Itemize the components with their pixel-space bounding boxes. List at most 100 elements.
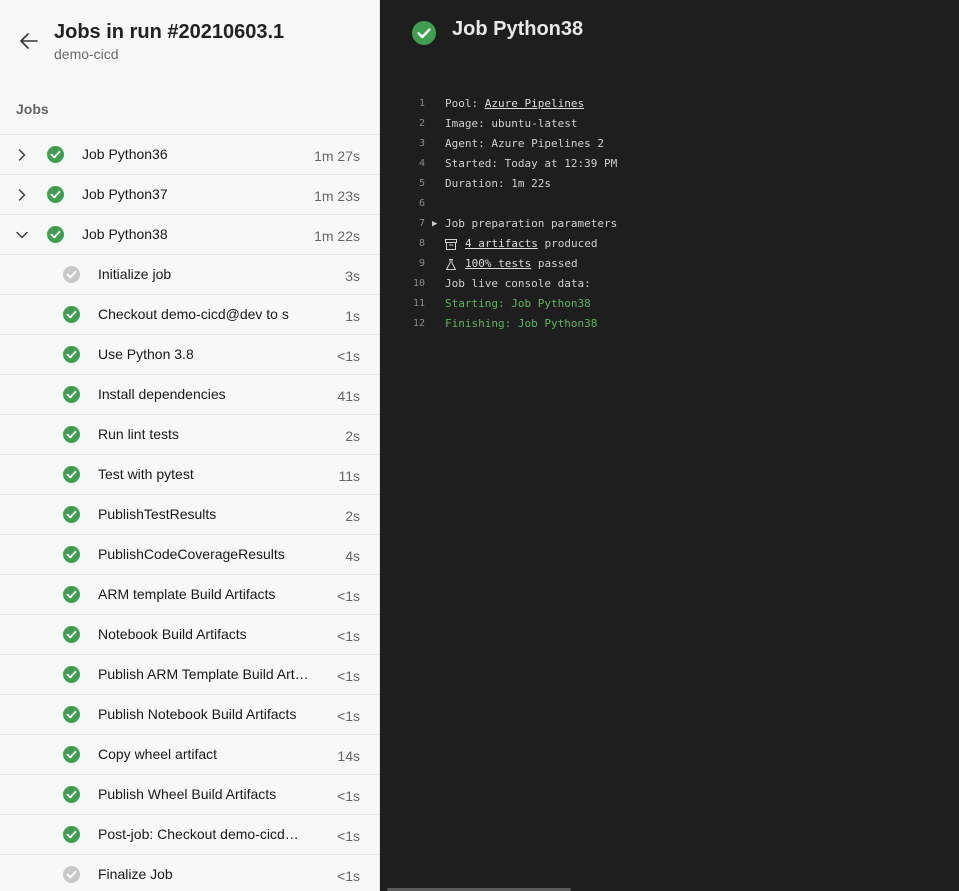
step-row[interactable]: Initialize job 3s <box>0 255 379 295</box>
step-row[interactable]: Post-job: Checkout demo-cicd@dev <1s <box>0 815 379 855</box>
check-circle-icon <box>63 386 80 403</box>
job-row[interactable]: Job Python38 1m 22s <box>0 215 379 255</box>
job-name: Job Python37 <box>82 186 168 202</box>
console-text: Image: ubuntu-latest <box>445 117 578 130</box>
duration: <1s <box>337 868 360 884</box>
duration: <1s <box>337 668 360 684</box>
step-row[interactable]: Publish Wheel Build Artifacts <1s <box>0 775 379 815</box>
pipeline-name: demo-cicd <box>54 46 119 62</box>
check-circle-gray-icon <box>63 866 80 883</box>
job-name: Job Python36 <box>82 146 168 162</box>
check-circle-icon <box>63 466 80 483</box>
step-name: Test with pytest <box>98 466 194 482</box>
step-name: Publish ARM Template Build Artifacts <box>98 666 310 682</box>
jobs-section-label: Jobs <box>16 101 49 117</box>
check-circle-icon <box>63 426 80 443</box>
line-number: 2 <box>418 118 425 129</box>
console-text: Duration: 1m 22s <box>445 177 551 190</box>
artifacts-suffix: produced <box>537 237 598 250</box>
step-row[interactable]: Install dependencies 41s <box>0 375 379 415</box>
job-row[interactable]: Job Python37 1m 23s <box>0 175 379 215</box>
console-text: Finishing: Job Python38 <box>445 317 598 330</box>
console-line: 9 100% tests passed <box>401 254 941 274</box>
triangle-right-icon[interactable]: ▶ <box>432 214 437 234</box>
arrow-left-icon[interactable] <box>17 29 41 53</box>
jobs-list: Job Python36 1m 27s Job Python37 1m 23s Job … <box>0 134 379 891</box>
step-row[interactable]: Checkout demo-cicd@dev to s 1s <box>0 295 379 335</box>
line-number: 5 <box>418 178 425 189</box>
step-row[interactable]: Publish Notebook Build Artifacts <1s <box>0 695 379 735</box>
step-name: PublishTestResults <box>98 506 217 522</box>
line-number: 12 <box>412 318 425 329</box>
duration: 11s <box>338 468 360 484</box>
line-number: 11 <box>412 298 425 309</box>
console-line: 1 Pool: Azure Pipelines <box>401 94 941 114</box>
step-row[interactable]: Use Python 3.8 <1s <box>0 335 379 375</box>
duration: 3s <box>345 268 360 284</box>
artifacts-link[interactable]: 4 artifacts <box>465 237 538 250</box>
tests-link[interactable]: 100% tests <box>465 257 531 270</box>
console-line: 4 Started: Today at 12:39 PM <box>401 154 941 174</box>
step-row[interactable]: Publish ARM Template Build Artifacts <1s <box>0 655 379 695</box>
duration: <1s <box>337 828 360 844</box>
step-row[interactable]: Run lint tests 2s <box>0 415 379 455</box>
check-circle-icon <box>63 306 80 323</box>
check-circle-icon <box>63 546 80 563</box>
check-circle-icon <box>63 626 80 643</box>
check-circle-icon <box>63 746 80 763</box>
duration: 1m 23s <box>314 188 360 204</box>
line-number: 9 <box>418 258 425 269</box>
line-number: 7 <box>418 218 425 229</box>
line-number: 6 <box>418 198 425 209</box>
pool-label: Pool: <box>445 97 485 110</box>
check-circle-icon <box>63 786 80 803</box>
jobs-panel: Jobs in run #20210603.1 demo-cicd Jobs J… <box>0 0 380 891</box>
check-circle-icon <box>47 186 64 203</box>
duration: <1s <box>337 788 360 804</box>
check-circle-icon <box>412 21 436 45</box>
step-row[interactable]: Finalize Job <1s <box>0 855 379 891</box>
check-circle-icon <box>63 826 80 843</box>
prep-params-toggle[interactable]: Job preparation parameters <box>445 214 617 234</box>
check-circle-icon <box>63 506 80 523</box>
console-line: 8 4 artifacts produced <box>401 234 941 254</box>
step-row[interactable]: ARM template Build Artifacts <1s <box>0 575 379 615</box>
console-text: 100% tests passed <box>465 254 578 274</box>
console-text: Agent: Azure Pipelines 2 <box>445 137 604 150</box>
step-row[interactable]: Copy wheel artifact 14s <box>0 735 379 775</box>
console-text: Started: Today at 12:39 PM <box>445 157 618 170</box>
step-name: Post-job: Checkout demo-cicd@dev <box>98 826 310 842</box>
step-row[interactable]: PublishTestResults 2s <box>0 495 379 535</box>
console-line[interactable]: 7 ▶ Job preparation parameters <box>401 214 941 234</box>
check-circle-icon <box>47 146 64 163</box>
duration: 1s <box>345 308 360 324</box>
step-name: Install dependencies <box>98 386 226 402</box>
step-row[interactable]: Notebook Build Artifacts <1s <box>0 615 379 655</box>
step-name: Copy wheel artifact <box>98 746 218 762</box>
step-row[interactable]: PublishCodeCoverageResults 4s <box>0 535 379 575</box>
chevron-down-icon[interactable] <box>14 227 30 243</box>
job-row[interactable]: Job Python36 1m 27s <box>0 135 379 175</box>
step-row[interactable]: Test with pytest 11s <box>0 455 379 495</box>
check-circle-icon <box>63 706 80 723</box>
console-text: Job live console data: <box>445 277 591 290</box>
step-name: Finalize Job <box>98 866 173 882</box>
step-name: Notebook Build Artifacts <box>98 626 247 642</box>
pool-link[interactable]: Azure Pipelines <box>485 97 584 110</box>
step-name: Publish Wheel Build Artifacts <box>98 786 277 802</box>
chevron-right-icon[interactable] <box>14 187 30 203</box>
step-name: Run lint tests <box>98 426 179 442</box>
job-detail-panel: Job Python38 1 Pool: Azure Pipelines 2 I… <box>381 0 959 891</box>
console-line: 3 Agent: Azure Pipelines 2 <box>401 134 941 154</box>
flask-icon <box>446 259 456 270</box>
duration: 2s <box>345 508 360 524</box>
step-name: Checkout demo-cicd@dev to s <box>98 306 289 322</box>
line-number: 4 <box>418 158 425 169</box>
duration: <1s <box>337 708 360 724</box>
duration: 14s <box>337 748 360 764</box>
step-name: ARM template Build Artifacts <box>98 586 276 602</box>
console-line: 12 Finishing: Job Python38 <box>401 314 941 334</box>
duration: 1m 22s <box>314 228 360 244</box>
console-text: Starting: Job Python38 <box>445 297 591 310</box>
chevron-right-icon[interactable] <box>14 147 30 163</box>
